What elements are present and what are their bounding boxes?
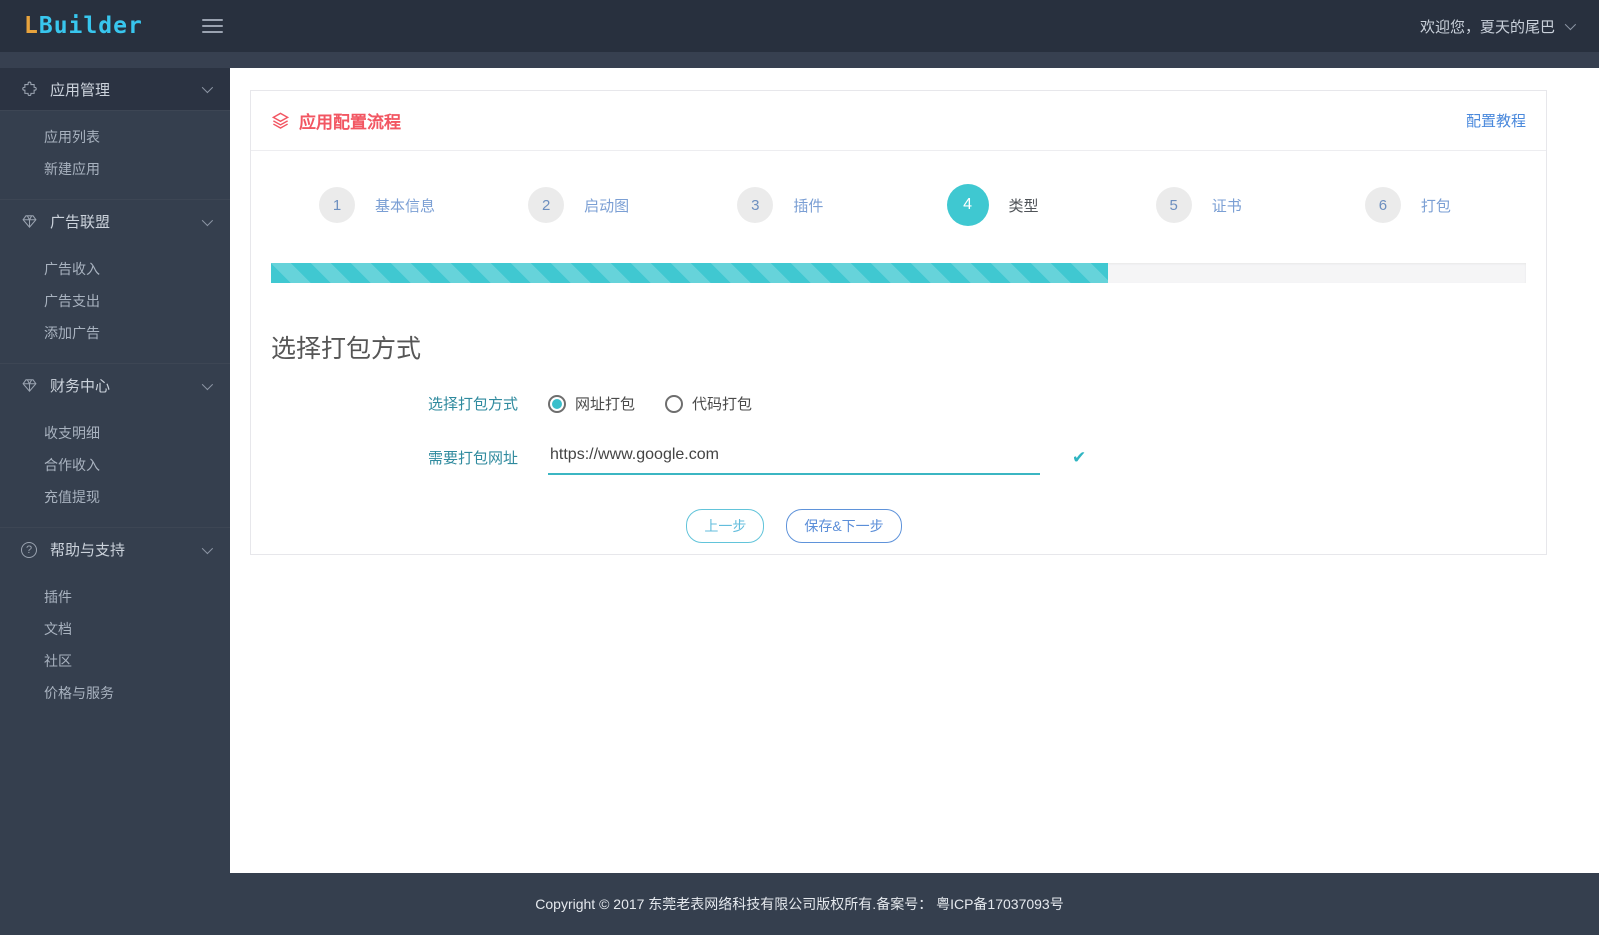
copyright-text: Copyright © 2017 东莞老表网络科技有限公司版权所有.备案号： 粤… [535,896,1064,912]
sidebar-group-ad-alliance: 广告联盟 广告收入 广告支出 添加广告 [0,199,230,363]
sidebar-item-app-list[interactable]: 应用列表 [0,121,230,153]
step-circle: 4 [946,184,989,226]
sidebar-item-pricing[interactable]: 价格与服务 [0,677,230,709]
sidebar-group-label: 广告联盟 [50,214,111,231]
main-content: 应用配置流程 配置教程 1 基本信息 2 启动图 3 插件 4 类型 5 证书 … [230,68,1599,873]
user-greeting-text: 欢迎您，夏天的尾巴 [1419,18,1555,36]
sidebar-group-label: 帮助与支持 [50,542,126,559]
step-label: 证书 [1211,197,1242,215]
header-substrip [0,52,1599,68]
step-circle: 6 [1364,187,1401,223]
step-label: 插件 [793,197,824,215]
logo-rest: Builder [38,13,143,39]
step-2-launch-image[interactable]: 2 启动图 [480,187,689,223]
radio-url-packaging[interactable]: 网址打包 [548,393,635,414]
sidebar-item-finance-center[interactable]: 财务中心 [0,364,230,407]
page-footer: Copyright © 2017 东莞老表网络科技有限公司版权所有.备案号： 粤… [0,873,1599,935]
sidebar-item-docs[interactable]: 文档 [0,613,230,645]
puzzle-icon [20,80,38,98]
sidebar-group-help: ? 帮助与支持 插件 文档 社区 价格与服务 [0,527,230,723]
chevron-down-icon [201,378,214,390]
chevron-down-icon [201,81,214,94]
step-1-basic-info[interactable]: 1 基本信息 [271,187,480,223]
sidebar-group-finance: 财务中心 收支明细 合作收入 充值提现 [0,363,230,527]
gem-icon [20,213,38,231]
progress-fill [271,263,1109,283]
top-header: LBuilder 欢迎您，夏天的尾巴 [0,0,1599,52]
sidebar-item-app-management[interactable]: 应用管理 [0,68,230,111]
sidebar-item-recharge-withdraw[interactable]: 充值提现 [0,481,230,513]
step-label: 启动图 [584,197,630,215]
step-label: 类型 [1008,197,1039,215]
package-url-label: 需要打包网址 [427,450,518,467]
sidebar-item-ad-income[interactable]: 广告收入 [0,253,230,285]
sidebar-group-label: 应用管理 [50,81,111,99]
sidebar: 应用管理 应用列表 新建应用 广告联盟 广告收入 广告支出 添加广告 财务中心 … [0,68,230,873]
packaging-method-label: 选择打包方式 [427,396,518,413]
radio-button-icon [665,394,684,413]
user-menu[interactable]: 欢迎您，夏天的尾巴 [1419,16,1577,37]
step-3-plugins[interactable]: 3 插件 [689,187,898,223]
sidebar-item-cooperation-income[interactable]: 合作收入 [0,449,230,481]
step-label: 基本信息 [375,197,436,215]
step-circle: 1 [319,187,355,223]
sidebar-item-help-support[interactable]: ? 帮助与支持 [0,528,230,571]
help-icon: ? [20,541,38,559]
step-6-package[interactable]: 6 打包 [1317,187,1526,223]
sidebar-item-community[interactable]: 社区 [0,645,230,677]
sidebar-group-label: 财务中心 [50,378,111,395]
chevron-down-icon [1564,18,1577,31]
step-5-certificate[interactable]: 5 证书 [1108,187,1317,223]
chevron-down-icon [201,214,214,226]
tutorial-link[interactable]: 配置教程 [1466,110,1526,131]
package-url-input[interactable] [548,440,1040,475]
step-indicator: 1 基本信息 2 启动图 3 插件 4 类型 5 证书 6 打包 [271,184,1526,226]
step-circle: 3 [737,187,774,223]
config-card: 应用配置流程 配置教程 1 基本信息 2 启动图 3 插件 4 类型 5 证书 … [250,90,1547,555]
radio-code-packaging[interactable]: 代码打包 [665,393,752,414]
sidebar-item-add-ad[interactable]: 添加广告 [0,317,230,349]
radio-button-icon [548,394,566,413]
step-circle: 5 [1155,187,1192,223]
step-label: 打包 [1420,197,1451,215]
step-4-type[interactable]: 4 类型 [899,184,1108,226]
chevron-down-icon [201,542,214,554]
layers-icon [271,112,290,129]
sidebar-item-new-app[interactable]: 新建应用 [0,153,230,185]
sidebar-item-income-expense-detail[interactable]: 收支明细 [0,417,230,449]
sidebar-item-plugins[interactable]: 插件 [0,581,230,613]
save-next-button[interactable]: 保存&下一步 [786,509,902,543]
hamburger-menu-icon[interactable] [198,15,227,37]
page-title: 应用配置流程 [271,108,401,133]
sidebar-group-app-management: 应用管理 应用列表 新建应用 [0,68,230,199]
sidebar-item-ad-expense[interactable]: 广告支出 [0,285,230,317]
step-circle: 2 [528,187,565,223]
previous-step-button[interactable]: 上一步 [686,509,765,543]
check-icon: ✔ [1072,447,1087,467]
section-title: 选择打包方式 [271,335,422,363]
app-logo[interactable]: LBuilder [24,13,174,39]
logo-letter-l: L [24,13,39,39]
sidebar-item-ad-alliance[interactable]: 广告联盟 [0,200,230,243]
gem-icon [20,377,38,395]
progress-bar [271,263,1526,283]
